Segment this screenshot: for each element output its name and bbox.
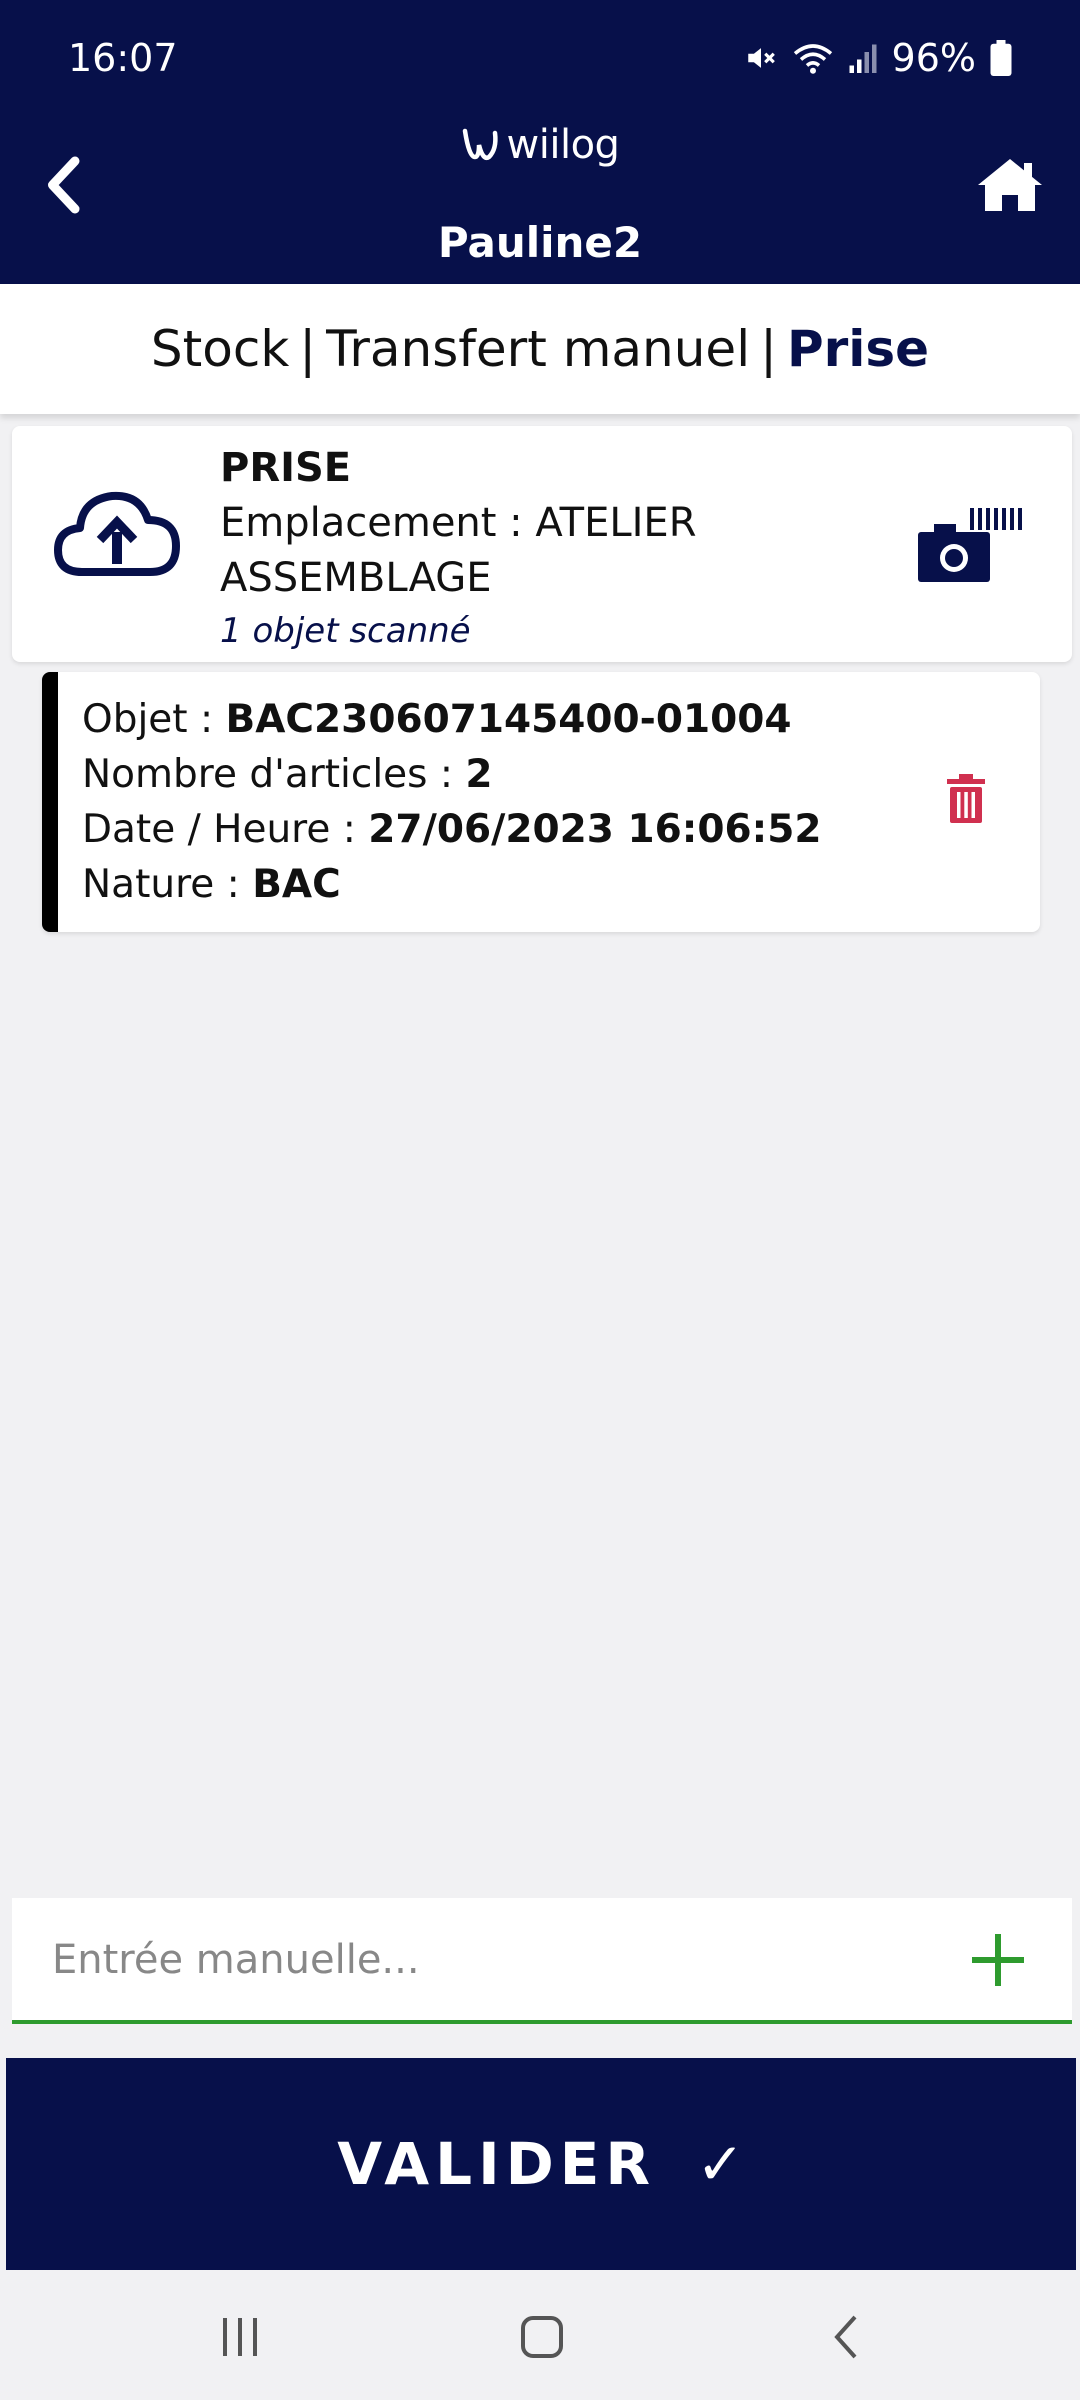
mute-icon: [747, 48, 775, 68]
cloud-upload-icon: [54, 491, 180, 576]
home-nav-button[interactable]: [482, 2302, 602, 2372]
object-id-label: Objet :: [82, 697, 226, 742]
breadcrumb-item-transfert[interactable]: Transfert manuel: [326, 320, 750, 378]
status-icons: 96%: [744, 36, 1012, 80]
manual-entry-field[interactable]: [12, 1898, 1072, 2024]
breadcrumb: Stock | Transfert manuel | Prise: [0, 284, 1080, 414]
object-id-line: Objet : BAC230607145400-01004: [82, 692, 821, 747]
back-nav-button[interactable]: [786, 2302, 906, 2372]
object-articles-label: Nombre d'articles :: [82, 752, 466, 797]
home-button[interactable]: [976, 155, 1044, 215]
prise-location: Emplacement : ATELIER: [220, 500, 697, 546]
scanned-object-card[interactable]: Objet : BAC230607145400-01004 Nombre d'a…: [42, 672, 1040, 932]
app-logo: wiilog: [0, 122, 1080, 168]
breadcrumb-separator: |: [299, 320, 317, 378]
object-id-value: BAC230607145400-01004: [225, 697, 792, 742]
plus-icon[interactable]: [968, 1930, 1028, 1990]
object-details: Objet : BAC230607145400-01004 Nombre d'a…: [82, 692, 821, 912]
logo-text: wiilog: [506, 122, 620, 168]
object-date-line: Date / Heure : 27/06/2023 16:06:52: [82, 802, 821, 857]
camera-barcode-icon[interactable]: [918, 506, 1022, 582]
object-nature-line: Nature : BAC: [82, 857, 821, 912]
trash-icon[interactable]: [946, 774, 986, 824]
object-nature-label: Nature :: [82, 862, 253, 907]
breadcrumb-item-stock[interactable]: Stock: [151, 320, 289, 378]
prise-text: PRISE Emplacement : ATELIER ASSEMBLAGE 1…: [220, 440, 720, 656]
object-articles-value: 2: [465, 752, 493, 797]
valider-button[interactable]: VALIDER ✓: [6, 2058, 1076, 2270]
wifi-icon: [793, 44, 832, 74]
battery-percent: 96%: [891, 36, 976, 80]
object-articles-line: Nombre d'articles : 2: [82, 747, 821, 802]
checkmark-icon: ✓: [696, 2130, 745, 2198]
status-bar: 16:07 96%: [0, 0, 1080, 120]
battery-icon: [990, 40, 1012, 76]
valider-label: VALIDER: [337, 2130, 657, 2198]
prise-summary-card: PRISE Emplacement : ATELIER ASSEMBLAGE 1…: [12, 426, 1072, 662]
prise-title: PRISE: [220, 445, 352, 491]
object-date-value: 27/06/2023 16:06:52: [368, 807, 822, 852]
home-icon: [978, 159, 1042, 211]
breadcrumb-item-prise: Prise: [786, 320, 930, 378]
manual-entry-input[interactable]: [52, 1922, 912, 1998]
breadcrumb-separator: |: [760, 320, 777, 378]
wiilog-logo-icon: [462, 128, 498, 160]
system-nav-bar: [0, 2272, 1080, 2400]
recent-apps-button[interactable]: [180, 2302, 300, 2372]
status-time: 16:07: [68, 36, 178, 80]
prise-location-cont: ASSEMBLAGE: [220, 555, 492, 601]
prise-scanned-count: 1 objet scanné: [220, 611, 471, 651]
object-nature-value: BAC: [252, 862, 341, 907]
home-nav-icon: [521, 2316, 563, 2358]
back-nav-icon: [834, 2315, 857, 2359]
object-date-label: Date / Heure :: [82, 807, 369, 852]
app-header: 16:07 96% wiilog Pauline2: [0, 0, 1080, 284]
recent-apps-icon: [223, 2318, 257, 2356]
signal-icon: [849, 44, 877, 73]
user-title: Pauline2: [437, 218, 643, 267]
